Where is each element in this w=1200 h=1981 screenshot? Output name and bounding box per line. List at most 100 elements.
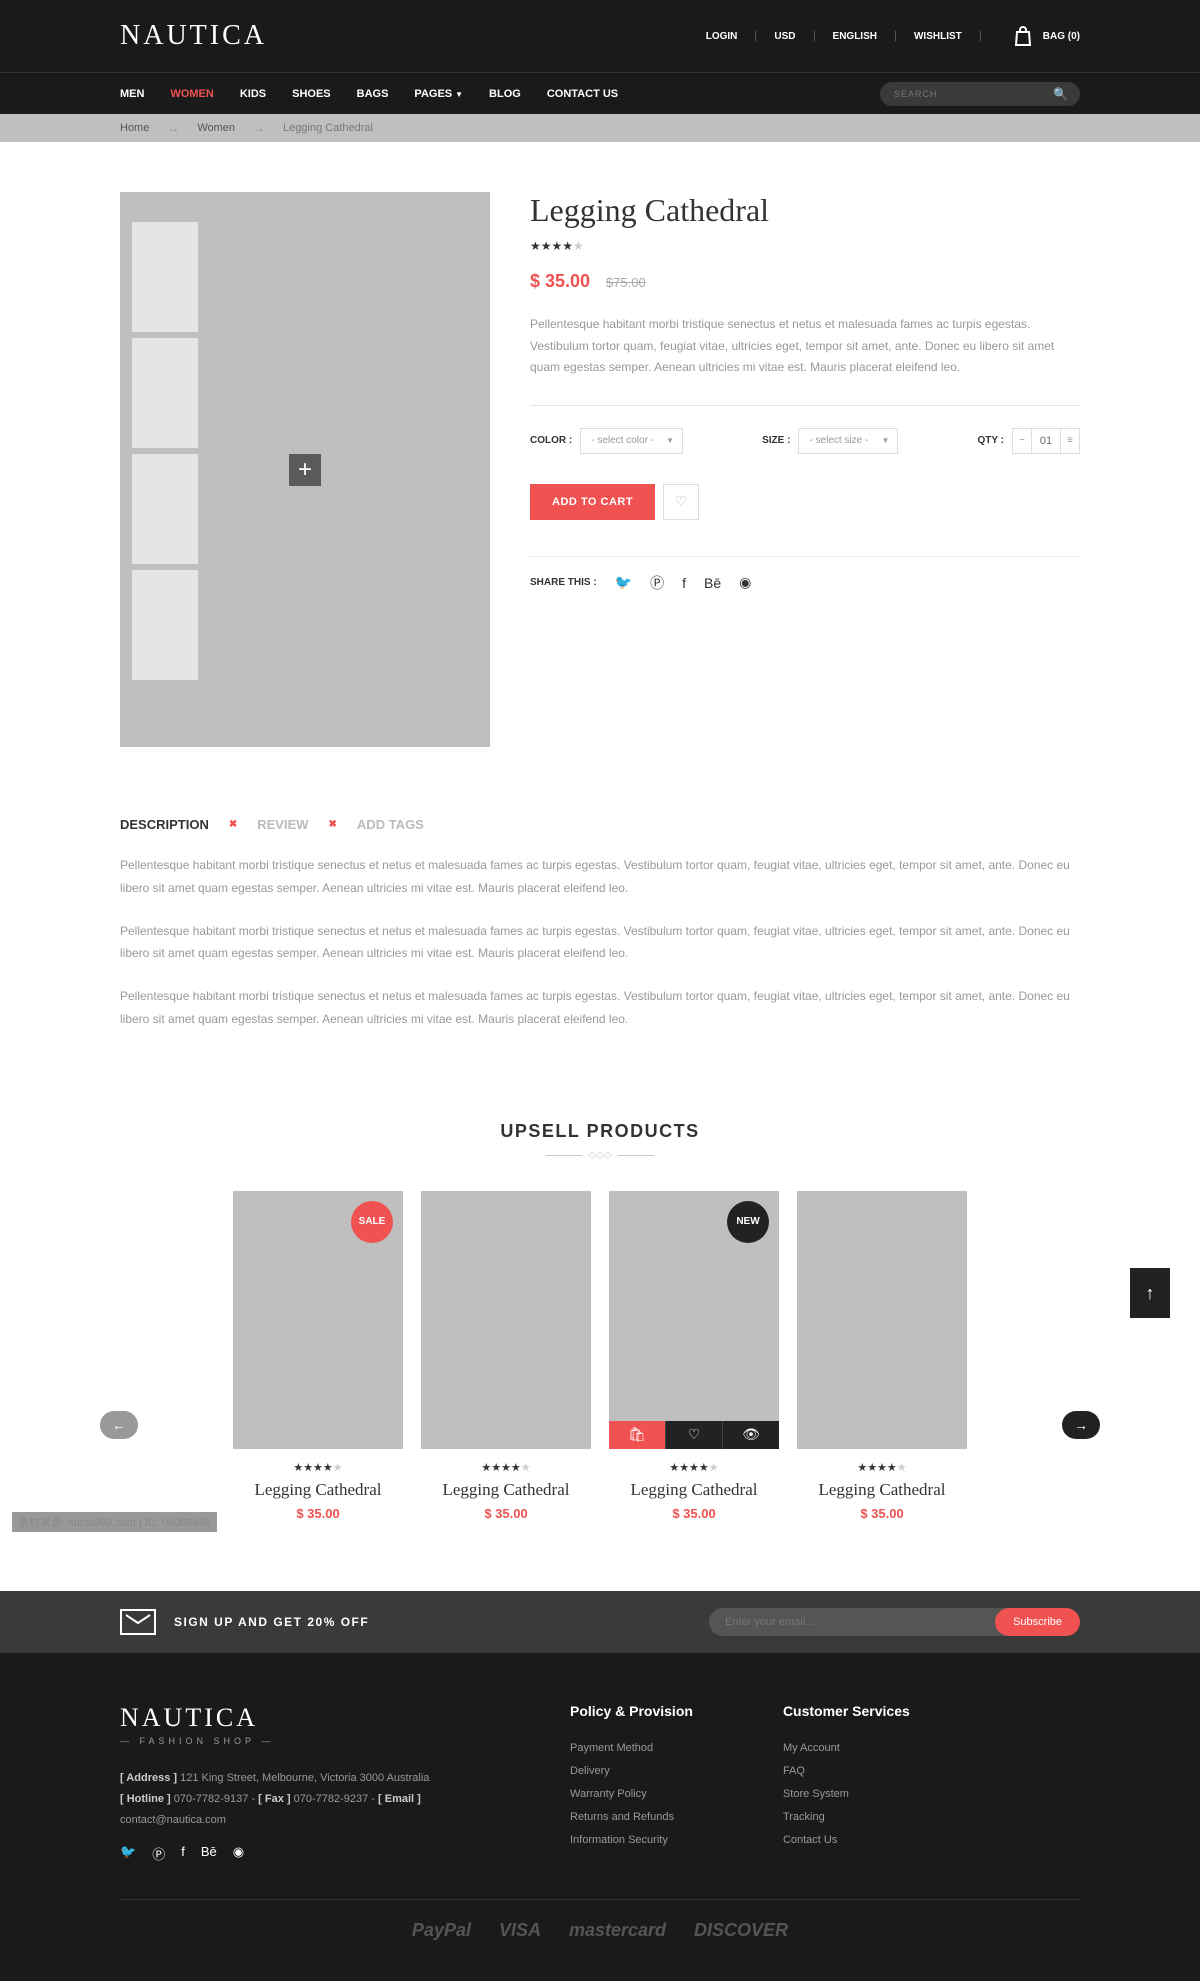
size-label: SIZE : [762, 435, 790, 446]
carousel-next-button[interactable]: → [1062, 1411, 1100, 1439]
tab-addtags[interactable]: ADD TAGS [357, 817, 424, 832]
breadcrumb-women[interactable]: Women [197, 122, 235, 134]
color-select[interactable]: - select color - ▼ [580, 428, 683, 454]
card-name: Legging Cathedral [421, 1480, 591, 1500]
card-rating: ★★★★★ [421, 1461, 591, 1474]
twitter-icon[interactable]: 🐦 [615, 574, 632, 591]
payment-logo: mastercard [569, 1920, 666, 1941]
tab-review[interactable]: REVIEW [257, 817, 308, 832]
facebook-icon[interactable]: f [181, 1844, 185, 1863]
footer-link[interactable]: FAQ [783, 1760, 910, 1783]
nav-bags[interactable]: BAGS [357, 88, 389, 100]
footer-link[interactable]: Tracking [783, 1806, 910, 1829]
card-wishlist-button[interactable]: ♡ [665, 1421, 722, 1449]
payment-logo: DISCOVER [694, 1920, 788, 1941]
language-link[interactable]: ENGLISH [833, 31, 877, 42]
nav-women[interactable]: WOMEN [170, 88, 213, 100]
pinterest-icon[interactable]: Ⓟ [152, 1844, 165, 1863]
divider [895, 31, 896, 41]
price-now: $ 35.00 [530, 271, 590, 291]
nav-shoes[interactable]: SHOES [292, 88, 331, 100]
upsell-card[interactable]: ★★★★★ Legging Cathedral $ 35.00 [797, 1191, 967, 1521]
footer-link[interactable]: Payment Method [570, 1737, 693, 1760]
card-quickview-button[interactable]: 👁 [722, 1421, 779, 1449]
divider [980, 31, 981, 41]
facebook-icon[interactable]: f [682, 575, 686, 591]
scroll-top-button[interactable]: ↑ [1130, 1268, 1170, 1318]
footer-link[interactable]: Delivery [570, 1760, 693, 1783]
search-icon[interactable]: 🔍 [1053, 87, 1068, 101]
footer-link[interactable]: My Account [783, 1737, 910, 1760]
footer-link[interactable]: Warranty Policy [570, 1783, 693, 1806]
arrow-right-icon: → [253, 121, 265, 135]
upsell-card[interactable]: ★★★★★ Legging Cathedral $ 35.00 [421, 1191, 591, 1521]
gallery-thumb[interactable] [132, 454, 198, 564]
footer-link[interactable]: Information Security [570, 1829, 693, 1852]
product-rating: ★★★★★ [530, 239, 1080, 253]
card-price: $ 35.00 [797, 1506, 967, 1521]
top-header: NAUTICA LOGIN USD ENGLISH WISHLIST BAG (… [0, 0, 1200, 72]
card-image[interactable] [797, 1191, 967, 1449]
card-image[interactable] [421, 1191, 591, 1449]
footer-tagline: — FASHION SHOP — [120, 1736, 480, 1746]
mail-icon [120, 1609, 156, 1635]
add-to-cart-button[interactable]: ADD TO CART [530, 484, 655, 520]
qty-increase-button[interactable]: ≡ [1060, 428, 1080, 454]
share-label: SHARE THIS : [530, 577, 597, 588]
wishlist-button[interactable]: ♡ [663, 484, 699, 520]
nav-pages[interactable]: PAGES▼ [414, 88, 463, 100]
card-rating: ★★★★★ [797, 1461, 967, 1474]
upsell-card[interactable]: SALE ★★★★★ Legging Cathedral $ 35.00 [233, 1191, 403, 1521]
subscribe-button[interactable]: Subscribe [995, 1608, 1080, 1636]
arrow-right-icon: → [167, 121, 179, 135]
size-select[interactable]: - select size - ▼ [798, 428, 898, 454]
card-name: Legging Cathedral [609, 1480, 779, 1500]
search-box[interactable]: 🔍 [880, 82, 1080, 106]
footer-link[interactable]: Contact Us [783, 1829, 910, 1852]
chevron-down-icon: ▼ [882, 436, 890, 445]
tab-description[interactable]: DESCRIPTION [120, 817, 209, 832]
gallery-thumb[interactable] [132, 338, 198, 448]
dribbble-icon[interactable]: ◉ [233, 1844, 244, 1863]
behance-icon[interactable]: Bē [201, 1844, 217, 1863]
newsletter-bar: SIGN UP AND GET 20% OFF Subscribe [0, 1591, 1200, 1653]
nav-kids[interactable]: KIDS [240, 88, 266, 100]
qty-decrease-button[interactable]: − [1012, 428, 1032, 454]
card-price: $ 35.00 [233, 1506, 403, 1521]
behance-icon[interactable]: Bē [704, 575, 721, 591]
carousel-prev-button[interactable]: ← [100, 1411, 138, 1439]
card-image[interactable]: NEW 🛍 ♡ 👁 [609, 1191, 779, 1449]
divider [814, 31, 815, 41]
footer: NAUTICA — FASHION SHOP — [ Address ] 121… [0, 1653, 1200, 1981]
bag-button[interactable]: BAG (0) [1011, 23, 1080, 49]
login-link[interactable]: LOGIN [706, 31, 738, 42]
breadcrumb-home[interactable]: Home [120, 122, 149, 134]
gallery-thumb[interactable] [132, 570, 198, 680]
nav-contact[interactable]: CONTACT US [547, 88, 618, 100]
dribbble-icon[interactable]: ◉ [739, 574, 751, 591]
card-image[interactable]: SALE [233, 1191, 403, 1449]
twitter-icon[interactable]: 🐦 [120, 1844, 136, 1863]
zoom-button[interactable]: + [289, 454, 321, 486]
chevron-down-icon: ▼ [455, 90, 463, 99]
card-name: Legging Cathedral [233, 1480, 403, 1500]
card-name: Legging Cathedral [797, 1480, 967, 1500]
currency-link[interactable]: USD [774, 31, 795, 42]
product-badge: NEW [727, 1201, 769, 1243]
qty-label: QTY : [978, 435, 1004, 446]
wishlist-link[interactable]: WISHLIST [914, 31, 962, 42]
footer-link[interactable]: Returns and Refunds [570, 1806, 693, 1829]
gallery-thumb[interactable] [132, 222, 198, 332]
nav-men[interactable]: MEN [120, 88, 144, 100]
brand-logo[interactable]: NAUTICA [120, 20, 267, 52]
upsell-title: UPSELL PRODUCTS [120, 1121, 1080, 1142]
footer-link[interactable]: Store System [783, 1783, 910, 1806]
nav-blog[interactable]: BLOG [489, 88, 521, 100]
qty-value: 01 [1032, 428, 1060, 454]
newsletter-email-input[interactable] [709, 1608, 1009, 1636]
upsell-card[interactable]: NEW 🛍 ♡ 👁 ★★★★★ Legging Cathedral $ 35.0… [609, 1191, 779, 1521]
pinterest-icon[interactable]: Ⓟ [650, 573, 664, 593]
card-add-button[interactable]: 🛍 [609, 1421, 665, 1449]
search-input[interactable] [894, 89, 1066, 99]
divider [755, 31, 756, 41]
